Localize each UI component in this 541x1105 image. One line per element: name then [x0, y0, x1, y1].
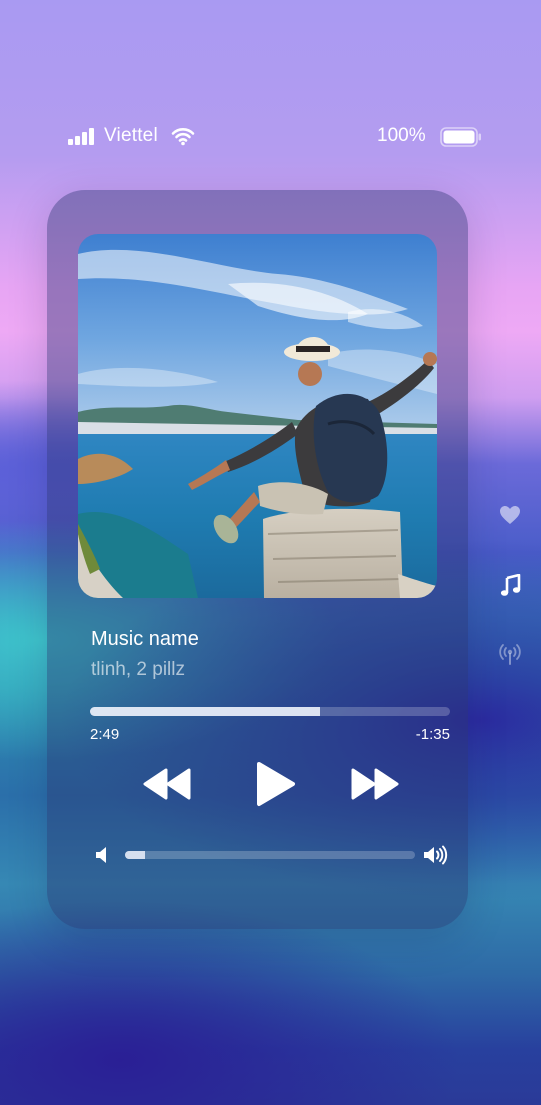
playback-progress-bar[interactable] [90, 707, 450, 716]
battery-percentage: 100% [377, 125, 426, 146]
broadcast-icon [499, 644, 521, 665]
play-button[interactable] [255, 761, 297, 807]
now-playing-button[interactable] [500, 574, 521, 597]
phone-screen: Viettel 100% Music name tlinh, 2 pillz 2… [0, 0, 541, 1105]
wifi-icon [171, 126, 195, 146]
volume-high-button[interactable] [423, 845, 449, 865]
volume-slider[interactable] [125, 851, 415, 859]
heart-icon [500, 506, 520, 524]
volume-low-icon [96, 847, 106, 863]
favorite-button[interactable] [499, 505, 521, 525]
rewind-icon [143, 768, 191, 800]
music-note-icon [500, 574, 521, 596]
cellular-signal-icon [68, 127, 98, 145]
music-player-card: Music name tlinh, 2 pillz 2:49 -1:35 [47, 190, 468, 929]
fast-forward-button[interactable] [350, 768, 400, 800]
rewind-button[interactable] [142, 768, 192, 800]
song-artist: tlinh, 2 pillz [91, 659, 185, 680]
play-icon [257, 762, 295, 806]
elapsed-time: 2:49 [90, 726, 120, 743]
volume-low-button[interactable] [95, 846, 109, 864]
playback-progress-fill [90, 707, 321, 716]
fast-forward-icon [351, 768, 399, 800]
carrier-name: Viettel [104, 125, 158, 146]
status-bar: Viettel 100% [0, 118, 541, 154]
battery-icon [440, 127, 482, 147]
album-artwork [78, 234, 437, 598]
broadcast-button[interactable] [499, 643, 521, 665]
remaining-time: -1:35 [415, 726, 450, 743]
volume-slider-fill [125, 851, 146, 859]
song-title: Music name [91, 628, 199, 650]
volume-high-icon [424, 845, 448, 865]
